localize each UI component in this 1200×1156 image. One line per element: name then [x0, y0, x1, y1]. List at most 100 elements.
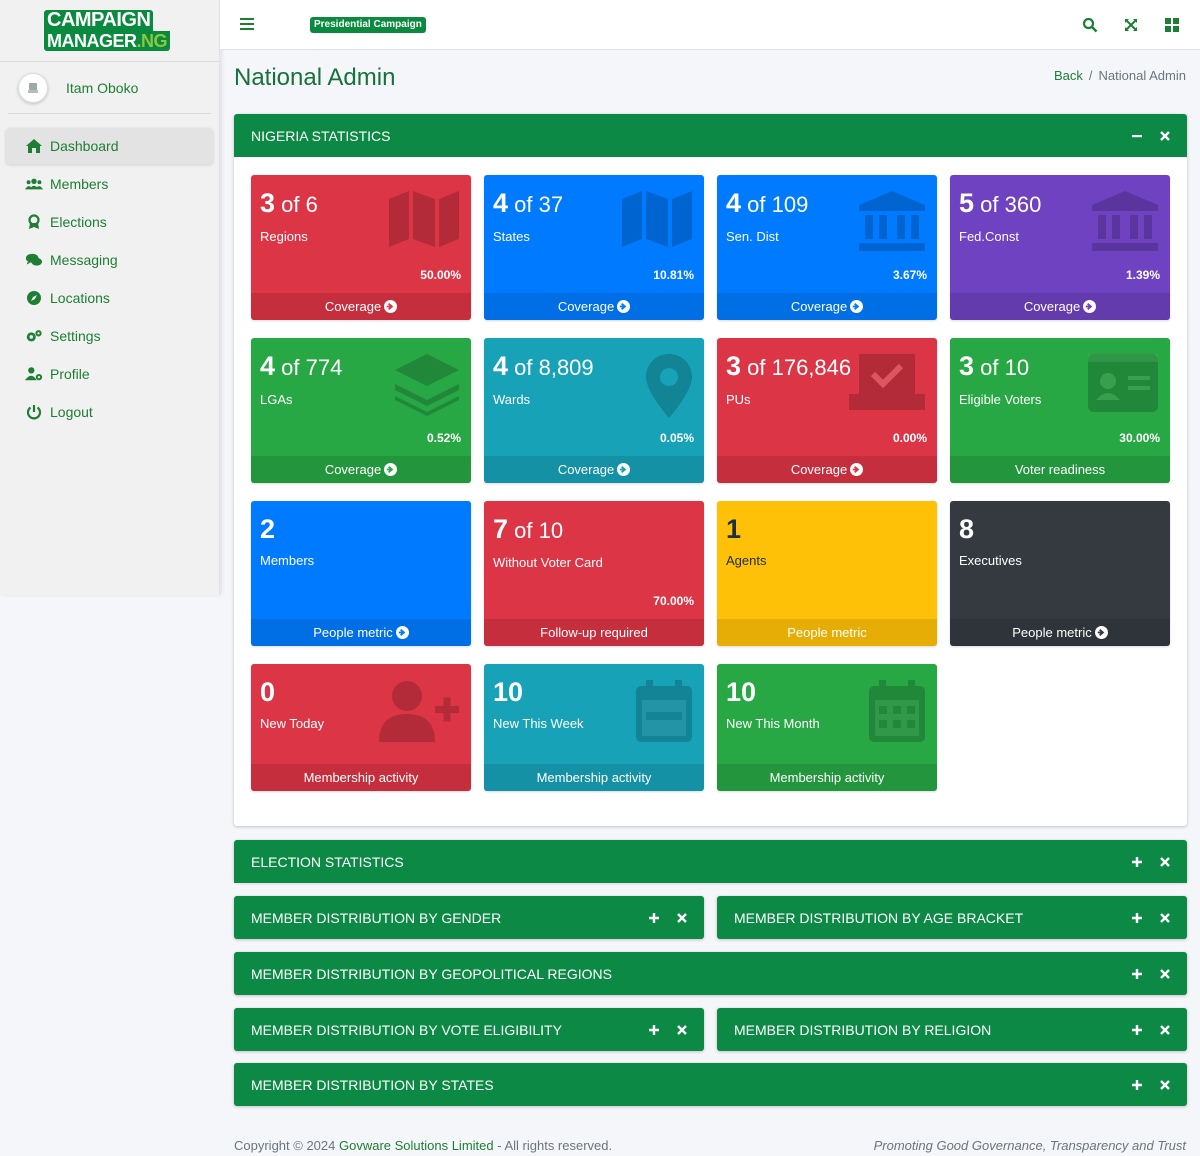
arrow-circle-right-icon: [384, 300, 398, 313]
compass-icon: [24, 289, 44, 307]
close-icon[interactable]: [674, 1022, 690, 1038]
sidebar-item-settings[interactable]: Settings: [6, 318, 213, 354]
app-logo[interactable]: CAMPAIGN MANAGER.NG: [44, 6, 174, 56]
sidebar: CAMPAIGN MANAGER.NG Itam Oboko Dashboard…: [0, 0, 220, 595]
brand[interactable]: CAMPAIGN MANAGER.NG: [0, 0, 219, 62]
sidebar-item-locations[interactable]: Locations: [6, 280, 213, 316]
stat-label: Without Voter Card: [493, 555, 603, 570]
sidebar-item-label: Profile: [50, 366, 90, 382]
stat-footer-link: Membership activity: [484, 764, 704, 791]
user-panel[interactable]: Itam Oboko: [8, 62, 211, 114]
stat-box: 3 of 176,846 PUs 0.00% Coverage: [717, 338, 937, 483]
calendar-week-icon: [636, 680, 692, 742]
stat-box: 0 New Today Membership activity: [251, 664, 471, 791]
sidebar-item-logout[interactable]: Logout: [6, 394, 213, 430]
close-icon[interactable]: [1157, 854, 1173, 870]
expand-icon[interactable]: [646, 910, 662, 926]
stat-footer-link[interactable]: Coverage: [484, 293, 704, 320]
user-avatar-icon: [28, 82, 38, 93]
expand-icon[interactable]: [1129, 1022, 1145, 1038]
stat-label: Members: [260, 553, 315, 568]
card-title: MEMBER DISTRIBUTION BY GENDER: [251, 909, 502, 926]
grid-icon[interactable]: [1164, 17, 1180, 33]
search-icon[interactable]: [1082, 17, 1098, 33]
stat-footer-link: Membership activity: [717, 764, 937, 791]
stat-percentage: 3.67%: [892, 268, 927, 282]
close-icon[interactable]: [674, 910, 690, 926]
close-icon[interactable]: [1157, 128, 1173, 144]
menu-icon[interactable]: [240, 18, 254, 30]
map-icon: [622, 191, 692, 247]
collapse-icon[interactable]: [1129, 128, 1145, 144]
close-icon[interactable]: [1157, 1077, 1173, 1093]
stat-value: 2: [260, 514, 276, 544]
breadcrumb-back-link[interactable]: Back: [1054, 68, 1083, 83]
sidebar-item-label: Messaging: [50, 252, 118, 268]
stat-box: 4 of 774 LGAs 0.52% Coverage: [251, 338, 471, 483]
expand-icon[interactable]: [1129, 910, 1145, 926]
arrow-circle-right-icon: [384, 463, 398, 476]
company-link[interactable]: Govware Solutions Limited: [339, 1138, 494, 1153]
fullscreen-icon[interactable]: [1123, 17, 1139, 33]
stat-footer-link[interactable]: People metric: [950, 619, 1170, 646]
age-distribution-card: MEMBER DISTRIBUTION BY AGE BRACKET: [717, 896, 1187, 939]
award-icon: [24, 213, 44, 231]
footer-copyright: Copyright © 2024 Govware Solutions Limit…: [234, 1138, 613, 1153]
stat-box: 1 Agents People metric: [717, 501, 937, 646]
comments-icon: [24, 251, 44, 269]
sidebar-item-label: Dashboard: [50, 138, 119, 154]
stat-box: 4 of 37 States 10.81% Coverage: [484, 175, 704, 320]
sidebar-item-label: Members: [50, 176, 109, 192]
campaign-badge[interactable]: Presidential Campaign: [310, 17, 426, 33]
stat-footer-link[interactable]: Coverage: [950, 293, 1170, 320]
stat-percentage: 0.52%: [426, 431, 461, 445]
stat-footer-link[interactable]: Coverage: [251, 456, 471, 483]
close-icon[interactable]: [1157, 1022, 1173, 1038]
card-title: ELECTION STATISTICS: [251, 853, 404, 870]
stat-box: 4 of 109 Sen. Dist 3.67% Coverage: [717, 175, 937, 320]
stat-box: 2 Members People metric: [251, 501, 471, 646]
stat-footer-link[interactable]: Coverage: [717, 456, 937, 483]
sidebar-item-profile[interactable]: Profile: [6, 356, 213, 392]
stat-footer-link[interactable]: People metric: [251, 619, 471, 646]
arrow-circle-right-icon: [1083, 300, 1097, 313]
stat-box: 10 New This Week Membership activity: [484, 664, 704, 791]
stat-footer-link[interactable]: Coverage: [717, 293, 937, 320]
expand-icon[interactable]: [1129, 854, 1145, 870]
close-icon[interactable]: [1157, 910, 1173, 926]
breadcrumb-separator: /: [1088, 68, 1093, 83]
stat-footer-link[interactable]: Coverage: [251, 293, 471, 320]
stat-percentage: 50.00%: [420, 268, 461, 282]
expand-icon[interactable]: [646, 1022, 662, 1038]
vote-box-icon: [849, 354, 925, 410]
footer-tagline: Promoting Good Governance, Transparency …: [873, 1138, 1186, 1153]
expand-icon[interactable]: [1129, 1077, 1145, 1093]
stat-percentage: 70.00%: [653, 594, 694, 608]
arrow-circle-right-icon: [395, 626, 409, 639]
stat-label: Executives: [959, 553, 1022, 568]
avatar[interactable]: [18, 72, 48, 103]
stat-value: 1: [726, 514, 742, 544]
sidebar-item-elections[interactable]: Elections: [6, 204, 213, 240]
sidebar-item-label: Locations: [50, 290, 110, 306]
sidebar-item-dashboard[interactable]: Dashboard: [6, 128, 213, 164]
sidebar-item-members[interactable]: Members: [6, 166, 213, 202]
stat-value: 7 of 10: [493, 514, 564, 544]
card-header: NIGERIA STATISTICS: [234, 114, 1187, 157]
geopolitical-distribution-card: MEMBER DISTRIBUTION BY GEOPOLITICAL REGI…: [234, 952, 1187, 995]
card-title: MEMBER DISTRIBUTION BY RELIGION: [734, 1021, 992, 1038]
user-name[interactable]: Itam Oboko: [66, 80, 138, 96]
sidebar-item-messaging[interactable]: Messaging: [6, 242, 213, 278]
stat-box: 10 New This Month Membership activity: [717, 664, 937, 791]
stat-footer-link[interactable]: Coverage: [484, 456, 704, 483]
stat-percentage: 0.05%: [659, 431, 694, 445]
card-title: MEMBER DISTRIBUTION BY GEOPOLITICAL REGI…: [251, 965, 612, 982]
sidebar-item-label: Elections: [50, 214, 107, 230]
expand-icon[interactable]: [1129, 966, 1145, 982]
election-statistics-card: ELECTION STATISTICS: [234, 840, 1187, 883]
religion-distribution-card: MEMBER DISTRIBUTION BY RELIGION: [717, 1008, 1187, 1051]
close-icon[interactable]: [1157, 966, 1173, 982]
stat-box: 4 of 8,809 Wards 0.05% Coverage: [484, 338, 704, 483]
stat-box: 7 of 10 Without Voter Card 70.00% Follow-up…: [484, 501, 704, 646]
arrow-circle-right-icon: [850, 463, 864, 476]
